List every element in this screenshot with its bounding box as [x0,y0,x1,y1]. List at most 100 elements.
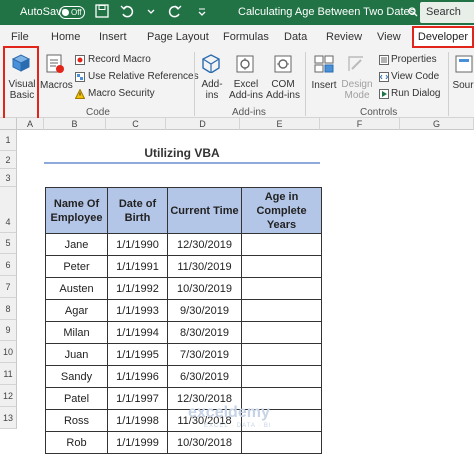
cell-name[interactable]: Agar [45,299,108,322]
tab-insert[interactable]: Insert [99,31,127,43]
cell-age[interactable] [241,277,322,300]
search-box[interactable]: Search [408,2,474,23]
excel-addins-button[interactable]: Excel Add-ins [228,79,264,101]
cell-dob[interactable]: 1/1/1996 [107,365,168,388]
save-icon[interactable] [95,4,109,18]
cell-dob[interactable]: 1/1/1998 [107,409,168,432]
insert-controls-button[interactable]: Insert [311,80,337,91]
cell-age[interactable] [241,343,322,366]
addins-icon[interactable] [200,53,222,73]
customize-qat-icon[interactable] [198,4,206,18]
cell-name[interactable]: Austen [45,277,108,300]
cell-name[interactable]: Jane [45,233,108,256]
run-dialog-button[interactable]: Run Dialog [391,88,440,100]
cell-name[interactable]: Patel [45,387,108,410]
row-header[interactable]: 7 [0,276,17,298]
cell-name[interactable]: Peter [45,255,108,278]
com-addins-icon[interactable] [272,53,294,73]
column-header[interactable]: B [44,118,106,130]
tab-file[interactable]: File [11,31,29,43]
header-age[interactable]: Age in Complete Years [241,187,322,234]
column-header[interactable]: G [400,118,474,130]
macro-security-button[interactable]: Macro Security [88,88,155,100]
header-dob[interactable]: Date of Birth [107,187,168,234]
insert-controls-icon[interactable] [313,53,335,73]
row-header[interactable]: 2 [0,151,17,169]
cell-age[interactable] [241,233,322,256]
record-macro-button[interactable]: Record Macro [88,54,151,66]
cell-current-time[interactable]: 10/30/2018 [167,431,242,454]
tab-page-layout[interactable]: Page Layout [147,31,209,43]
cell-name[interactable]: Ross [45,409,108,432]
cell-dob[interactable]: 1/1/1997 [107,387,168,410]
column-header[interactable]: A [17,118,44,130]
design-mode-button[interactable]: Design Mode [340,79,374,101]
cell-age[interactable] [241,255,322,278]
cell-dob[interactable]: 1/1/1993 [107,299,168,322]
cell-name[interactable]: Rob [45,431,108,454]
view-code-button[interactable]: View Code [391,71,439,83]
autosave-toggle[interactable]: Off [59,6,85,19]
row-header[interactable]: 1 [0,130,17,151]
cell-current-time[interactable]: 12/30/2019 [167,233,242,256]
cell-dob[interactable]: 1/1/1992 [107,277,168,300]
select-all-corner[interactable] [0,118,17,130]
header-name[interactable]: Name Of Employee [45,187,108,234]
row-header[interactable]: 11 [0,363,17,385]
column-header[interactable]: F [320,118,400,130]
excel-addins-icon[interactable] [234,53,256,73]
row-header[interactable]: 5 [0,233,17,254]
cell-name[interactable]: Milan [45,321,108,344]
header-current-time[interactable]: Current Time [167,187,242,234]
use-relative-references-button[interactable]: Use Relative References [88,71,199,83]
redo-icon[interactable] [168,4,182,18]
cell-dob[interactable]: 1/1/1990 [107,233,168,256]
tab-developer[interactable]: Developer [412,26,474,48]
cell-age[interactable] [241,365,322,388]
properties-button[interactable]: Properties [391,54,437,66]
cell-dob[interactable]: 1/1/1999 [107,431,168,454]
macros-button[interactable]: Macros [40,80,73,91]
row-header[interactable]: 9 [0,320,17,341]
source-button[interactable]: Sour [452,80,474,91]
tab-review[interactable]: Review [326,31,362,43]
column-header[interactable]: D [166,118,240,130]
cell-dob[interactable]: 1/1/1995 [107,343,168,366]
row-header[interactable]: 6 [0,254,17,276]
cell-name[interactable]: Sandy [45,365,108,388]
tab-data[interactable]: Data [284,31,307,43]
design-mode-icon[interactable] [345,53,367,73]
addins-button[interactable]: Add- ins [199,79,225,101]
row-header[interactable]: 10 [0,341,17,363]
cell-current-time[interactable]: 10/30/2019 [167,277,242,300]
cell-dob[interactable]: 1/1/1994 [107,321,168,344]
cell-current-time[interactable]: 8/30/2019 [167,321,242,344]
cell-age[interactable] [241,321,322,344]
row-header[interactable]: 12 [0,385,17,407]
watermark-logo: exceldemy [188,404,270,421]
cell-age[interactable] [241,431,322,454]
row-header[interactable]: 4 [0,187,17,233]
cell-name[interactable]: Juan [45,343,108,366]
row-header[interactable]: 13 [0,407,17,429]
tab-home[interactable]: Home [51,31,80,43]
chevron-down-icon[interactable] [147,4,155,18]
cell-current-time[interactable]: 11/30/2019 [167,255,242,278]
cell-current-time[interactable]: 7/30/2019 [167,343,242,366]
com-addins-button[interactable]: COM Add-ins [265,79,301,101]
tab-view[interactable]: View [377,31,401,43]
row-header[interactable]: 8 [0,298,17,320]
column-header[interactable]: E [240,118,320,130]
undo-icon[interactable] [120,4,134,18]
cell-current-time[interactable]: 9/30/2019 [167,299,242,322]
cell-current-time[interactable]: 6/30/2019 [167,365,242,388]
row-header[interactable]: 3 [0,169,17,187]
cell-age[interactable] [241,299,322,322]
visual-basic-icon[interactable] [10,53,32,73]
source-icon[interactable] [454,53,474,73]
macros-icon[interactable] [44,53,66,73]
visual-basic-button[interactable]: Visual Basic [5,79,39,101]
column-header[interactable]: C [106,118,166,130]
cell-dob[interactable]: 1/1/1991 [107,255,168,278]
tab-formulas[interactable]: Formulas [223,31,269,43]
